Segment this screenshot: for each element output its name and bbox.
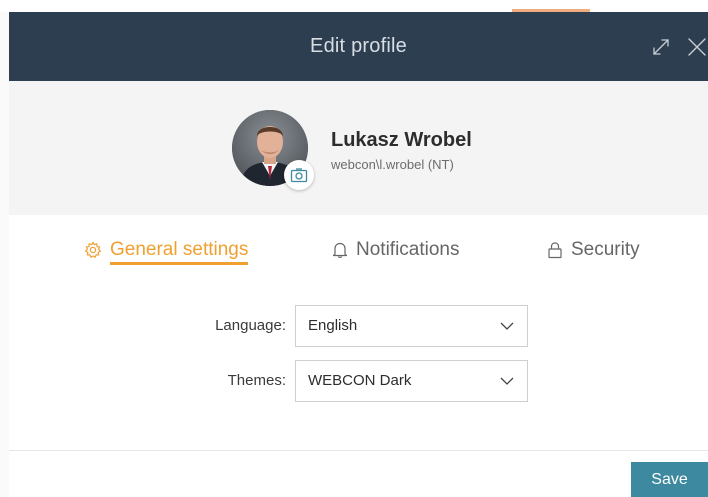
edit-profile-dialog: Edit profile Lukasz Wrobel webcon\l.wrob… xyxy=(9,12,708,497)
dialog-title: Edit profile xyxy=(310,35,407,57)
top-strip xyxy=(0,0,708,12)
language-select[interactable]: English xyxy=(295,305,528,347)
dialog-header: Edit profile xyxy=(9,12,708,81)
language-row: Language: English xyxy=(9,305,708,347)
settings-tabs: General settings Notifications Security xyxy=(9,215,708,277)
tab-general-settings[interactable]: General settings xyxy=(84,235,249,265)
themes-select[interactable]: WEBCON Dark xyxy=(295,360,528,402)
tab-notifications[interactable]: Notifications xyxy=(332,235,460,265)
gear-icon xyxy=(84,241,102,259)
profile-section: Lukasz Wrobel webcon\l.wrobel (NT) xyxy=(9,81,708,215)
close-button[interactable] xyxy=(684,34,708,60)
footer-divider xyxy=(9,450,708,451)
tab-security[interactable]: Security xyxy=(547,235,640,265)
expand-arrows-icon xyxy=(653,39,669,55)
chevron-down-icon xyxy=(500,322,514,330)
lock-icon xyxy=(548,242,562,259)
camera-icon xyxy=(290,168,308,183)
tab-notifications-label: Notifications xyxy=(356,239,460,260)
tab-security-label: Security xyxy=(571,239,640,260)
language-label: Language: xyxy=(215,317,286,334)
profile-name: Lukasz Wrobel xyxy=(331,129,472,151)
change-photo-button[interactable] xyxy=(284,160,314,190)
themes-row: Themes: WEBCON Dark xyxy=(9,360,708,402)
themes-value: WEBCON Dark xyxy=(308,372,412,389)
bell-icon xyxy=(332,242,348,258)
themes-label: Themes: xyxy=(227,372,286,389)
chevron-down-icon xyxy=(500,377,514,385)
close-x-icon xyxy=(688,38,706,56)
profile-login: webcon\l.wrobel (NT) xyxy=(331,157,454,172)
expand-button[interactable] xyxy=(648,34,674,60)
language-value: English xyxy=(308,317,358,334)
save-button[interactable]: Save xyxy=(631,462,708,497)
tab-general-settings-label: General settings xyxy=(110,239,249,265)
